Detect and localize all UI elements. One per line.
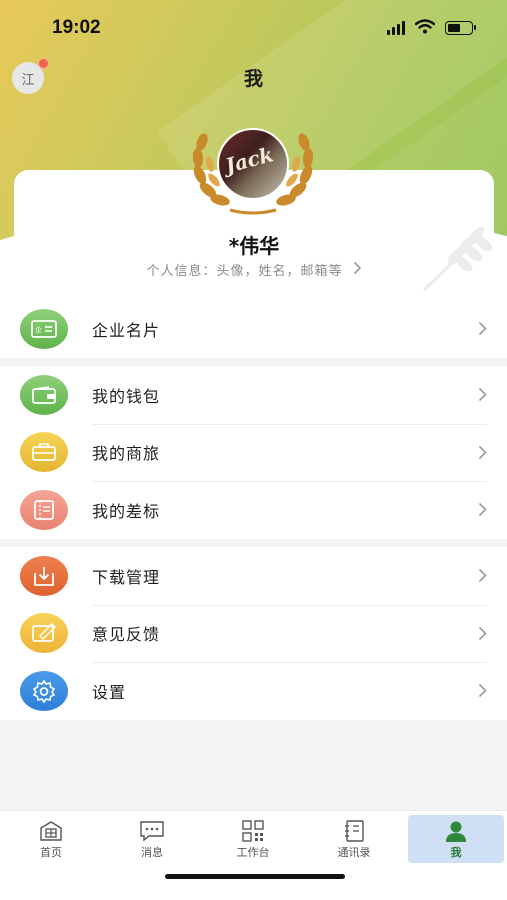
menu-item-label: 下载管理 xyxy=(92,567,161,587)
menu-item-download-manager[interactable]: 下载管理 xyxy=(0,547,507,605)
battery-icon xyxy=(445,21,476,35)
message-icon xyxy=(139,818,165,844)
chevron-right-icon xyxy=(478,502,487,521)
menu-item-label: 我的钱包 xyxy=(92,386,161,406)
top-nav: 江 我 xyxy=(0,56,507,96)
profile-avatar[interactable]: Jack xyxy=(190,120,316,216)
tab-bar: 首页 消息 工作台 通讯录 我 xyxy=(0,810,507,900)
menu-item-business-card[interactable]: 企 企业名片 xyxy=(0,300,507,358)
menu-item-feedback[interactable]: 意见反馈 xyxy=(0,604,507,663)
menu-item-travel-standard[interactable]: 我的差标 xyxy=(0,481,507,539)
chevron-right-icon xyxy=(478,626,487,645)
profile-name: *伟华 xyxy=(228,234,280,258)
chevron-right-icon xyxy=(478,321,487,340)
tab-me[interactable]: 我 xyxy=(408,815,504,863)
tab-label: 通讯录 xyxy=(337,846,371,859)
menu-item-label: 企业名片 xyxy=(92,320,161,340)
menu-group-system: 下载管理 意见反馈 设置 xyxy=(0,547,507,720)
wifi-icon xyxy=(414,18,436,38)
tab-label: 我 xyxy=(450,846,462,859)
feedback-icon xyxy=(20,613,68,654)
workbench-icon xyxy=(241,818,265,844)
wallet-icon xyxy=(20,374,68,415)
menu-group-card: 企 企业名片 xyxy=(0,300,507,358)
menu-item-label: 我的差标 xyxy=(92,501,161,521)
profile-hint-text: 个人信息：头像，姓名，邮箱等 xyxy=(146,264,343,279)
home-indicator xyxy=(165,874,345,879)
status-bar: 19:02 xyxy=(0,0,507,56)
menu-item-label: 意见反馈 xyxy=(92,625,161,645)
signal-icon xyxy=(387,21,405,35)
tab-workbench[interactable]: 工作台 xyxy=(205,815,301,863)
menu-item-label: 设置 xyxy=(92,682,127,702)
tab-label: 工作台 xyxy=(236,846,270,859)
avatar-brand-text: Jack xyxy=(222,142,276,178)
status-time: 19:02 xyxy=(52,17,101,38)
tab-label: 消息 xyxy=(141,846,163,859)
chevron-right-icon xyxy=(478,387,487,406)
tab-label: 首页 xyxy=(40,846,62,859)
tab-home[interactable]: 首页 xyxy=(3,815,99,863)
settings-icon xyxy=(20,670,68,711)
status-icons xyxy=(387,18,476,38)
chevron-right-icon xyxy=(353,261,362,279)
home-icon xyxy=(39,818,63,844)
tab-messages[interactable]: 消息 xyxy=(104,815,200,863)
briefcase-icon xyxy=(20,432,68,473)
profile-info-link[interactable]: 个人信息：头像，姓名，邮箱等 xyxy=(14,260,494,279)
contacts-icon xyxy=(343,818,365,844)
chevron-right-icon xyxy=(478,683,487,702)
tab-contacts[interactable]: 通讯录 xyxy=(306,815,402,863)
page-title: 我 xyxy=(243,68,263,90)
download-icon xyxy=(20,555,68,596)
chevron-right-icon xyxy=(478,445,487,464)
menu-item-settings[interactable]: 设置 xyxy=(0,662,507,720)
business-card-icon: 企 xyxy=(20,308,68,349)
avatar-photo: Jack xyxy=(217,128,289,200)
person-icon xyxy=(444,818,468,844)
chevron-right-icon xyxy=(478,568,487,587)
menu-item-wallet[interactable]: 我的钱包 xyxy=(0,366,507,424)
menu-item-business-travel[interactable]: 我的商旅 xyxy=(0,423,507,482)
menu-group-personal: 我的钱包 我的商旅 我的差标 xyxy=(0,366,507,539)
menu-item-label: 我的商旅 xyxy=(92,444,161,464)
ticket-icon xyxy=(20,489,68,530)
svg-text:企: 企 xyxy=(35,325,42,334)
